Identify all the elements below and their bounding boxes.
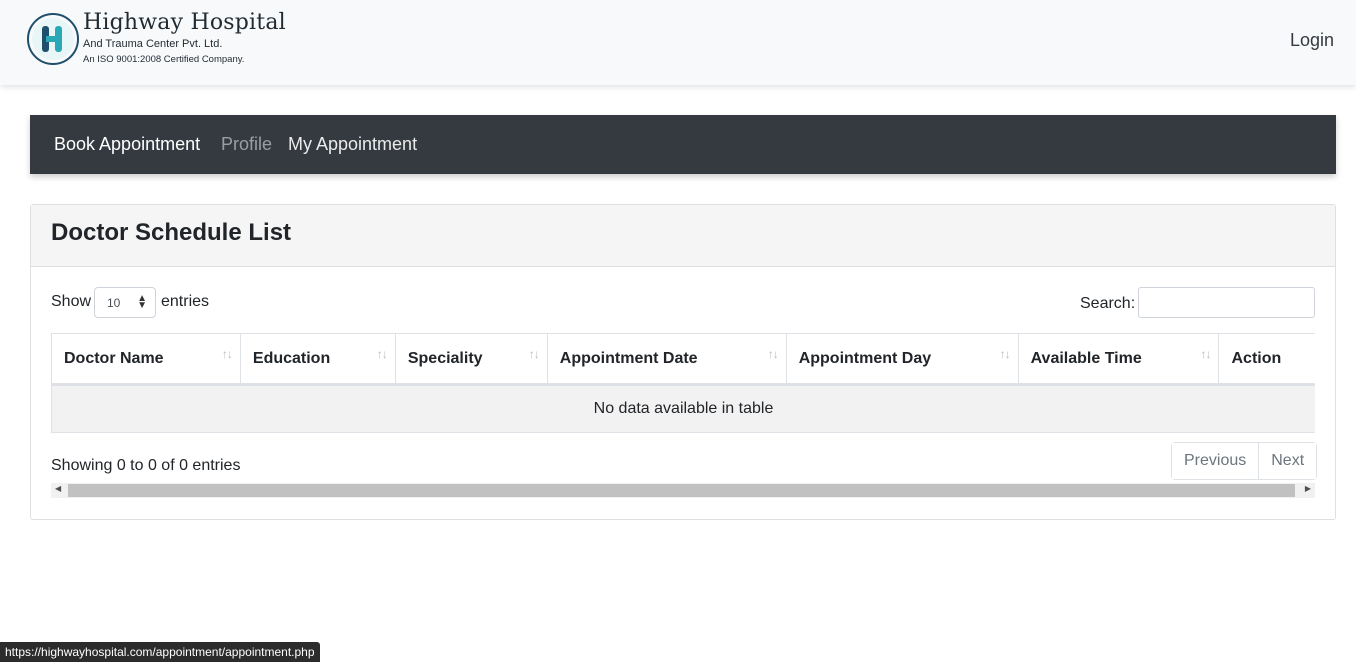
status-bar-url: https://highwayhospital.com/appointment/… [0, 642, 320, 662]
col-education[interactable]: Education ↑↓ [240, 333, 396, 386]
column-header-label: Appointment Day [798, 349, 932, 367]
column-header-label: Education [252, 349, 331, 367]
main-navbar: Book Appointment Profile My Appointment [30, 115, 1336, 174]
sort-icon: ↑↓ [1200, 347, 1211, 361]
col-speciality[interactable]: Speciality ↑↓ [395, 333, 548, 386]
scroll-left-icon[interactable]: ◀ [55, 484, 61, 493]
col-action: Action [1218, 333, 1315, 386]
search-input[interactable] [1138, 287, 1315, 318]
previous-page-button[interactable]: Previous [1172, 443, 1259, 479]
sort-icon: ↑↓ [221, 347, 233, 361]
col-appointment-day[interactable]: Appointment Day ↑↓ [786, 333, 1019, 386]
nav-profile[interactable]: Profile [221, 134, 272, 155]
column-header-label: Action [1231, 349, 1282, 367]
select-caret-icon: ▲ ▼ [137, 293, 147, 311]
sort-icon: ↑↓ [767, 347, 779, 361]
sort-icon: ↑↓ [528, 347, 540, 361]
table-info: Showing 0 to 0 of 0 entries [51, 457, 241, 474]
doctor-schedule-card: Doctor Schedule List Show 10 ▲ ▼ entries … [30, 204, 1336, 520]
table-row: No data available in table [51, 384, 1315, 433]
page-title: Doctor Schedule List [51, 219, 292, 246]
hospital-logo[interactable]: Highway Hospital And Trauma Center Pvt. … [26, 10, 286, 68]
next-page-button[interactable]: Next [1258, 443, 1317, 479]
card-header: Doctor Schedule List [31, 205, 1335, 267]
empty-table-message: No data available in table [51, 384, 1315, 433]
col-available-time[interactable]: Available Time ↑↓ [1018, 333, 1220, 386]
scroll-right-icon[interactable]: ▶ [1305, 484, 1311, 493]
entries-label: entries [161, 293, 210, 310]
logo-subtitle: And Trauma Center Pvt. Ltd. [83, 38, 223, 50]
column-header-label: Appointment Date [559, 349, 698, 367]
logo-title: Highway Hospital [83, 10, 286, 35]
col-appointment-date[interactable]: Appointment Date ↑↓ [547, 333, 787, 386]
login-link[interactable]: Login [1290, 30, 1334, 51]
show-label: Show [51, 293, 92, 310]
search-label: Search: [1080, 295, 1136, 312]
hospital-logo-icon [27, 13, 79, 65]
horizontal-scrollbar[interactable]: ◀ ▶ [51, 483, 1315, 498]
entries-per-page-select[interactable]: 10 ▲ ▼ [94, 287, 156, 318]
sort-icon: ↑↓ [999, 347, 1011, 361]
nav-book-appointment[interactable]: Book Appointment [54, 134, 200, 155]
pagination: Previous Next [1171, 442, 1318, 480]
entries-select-value: 10 [107, 296, 121, 310]
top-header: Highway Hospital And Trauma Center Pvt. … [0, 0, 1356, 85]
column-header-label: Doctor Name [64, 349, 164, 367]
sort-icon: ↑↓ [376, 347, 388, 361]
logo-tagline: An ISO 9001:2008 Certified Company. [83, 54, 245, 65]
scrollbar-thumb[interactable] [68, 484, 1295, 497]
nav-my-appointment[interactable]: My Appointment [288, 134, 417, 155]
doctor-schedule-table: Doctor Name ↑↓ Education ↑↓ Speciality ↑↓ A… [51, 333, 1315, 433]
col-doctor-name[interactable]: Doctor Name ↑↓ [51, 333, 241, 386]
column-header-label: Available Time [1030, 349, 1142, 367]
table-header-row: Doctor Name ↑↓ Education ↑↓ Speciality ↑↓ A… [51, 333, 1315, 386]
column-header-label: Speciality [407, 349, 483, 367]
